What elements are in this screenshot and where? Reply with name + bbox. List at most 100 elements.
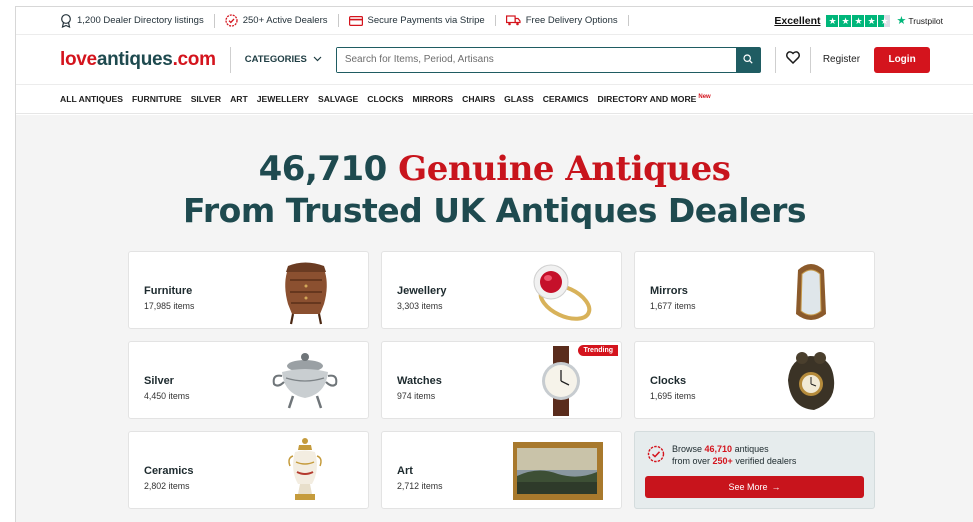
trustpilot-stars: ★ ★ ★ ★ ★ [826,14,891,27]
promo-browse: Browse [672,444,703,454]
see-more-label: See More [728,482,768,492]
trustpilot-rating-word: Excellent [774,14,821,27]
nav-item-art[interactable]: ART [230,94,248,104]
trustpilot-rating[interactable]: Excellent ★ ★ ★ ★ ★ ★ Trustpilot [774,14,973,27]
trust-item-delivery[interactable]: Free Delivery Options [505,15,629,26]
category-card-jewellery[interactable]: Jewellery 3,303 items [381,251,622,329]
header-divider [774,46,776,73]
wristwatch-image [542,346,580,416]
nav-item-furniture[interactable]: FURNITURE [132,94,182,104]
site-logo[interactable]: loveantiques.com [60,49,216,71]
wishlist-button[interactable] [785,50,800,69]
promo-count: 46,710 [704,444,733,454]
star-icon: ★ [865,14,878,27]
porcelain-urn-image [288,438,322,500]
category-count: 1,695 items [650,391,696,401]
category-count: 2,712 items [397,481,443,491]
category-name: Silver [144,375,174,387]
nav-item-salvage[interactable]: SALVAGE [318,94,358,104]
trust-item-listings[interactable]: 1,200 Dealer Directory listings [60,13,215,28]
nav-item-silver[interactable]: SILVER [191,94,221,104]
ornate-mirror-image [796,264,826,320]
category-card-ceramics[interactable]: Ceramics 2,802 items [128,431,369,509]
category-card-clocks[interactable]: Clocks 1,695 items [634,341,875,419]
heart-icon [785,50,800,69]
category-count: 974 items [397,391,436,401]
nav-item-clocks[interactable]: CLOCKS [367,94,403,104]
hero-count: 46,710 [258,149,388,189]
category-count: 17,985 items [144,301,195,311]
trustpilot-logo-text: Trustpilot [908,15,943,26]
promo-dealers: 250+ [712,456,733,466]
nav-item-directory-label: DIRECTORY AND MORE [597,94,697,104]
trust-payments-text: Secure Payments via Stripe [367,15,485,26]
nav-item-glass[interactable]: GLASS [504,94,534,104]
trustpilot-star-icon: ★ [896,15,907,27]
hero-subtitle: From Trusted UK Antiques Dealers [182,191,807,230]
category-name: Mirrors [650,285,688,297]
category-card-furniture[interactable]: Furniture 17,985 items [128,251,369,329]
page: 1,200 Dealer Directory listings 250+ Act… [15,6,973,522]
category-grid: Furniture 17,985 items Jewellery 3,303 i… [128,251,875,509]
promo-text: Browse 46,710 antiques from over 250+ ve… [672,443,796,467]
hero-section: 46,710 Genuine Antiques From Trusted UK … [16,115,973,522]
category-count: 3,303 items [397,301,443,311]
category-count: 4,450 items [144,391,190,401]
category-card-mirrors[interactable]: Mirrors 1,677 items [634,251,875,329]
logo-part-love: love [60,48,97,70]
promo-verified: verified dealers [735,456,797,466]
arrow-right-icon: → [771,482,781,492]
category-name: Furniture [144,285,193,297]
category-name: Clocks [650,375,687,387]
category-nav: ALL ANTIQUES FURNITURE SILVER ART JEWELL… [16,85,973,114]
trending-badge: Trending [578,345,618,356]
search-button[interactable] [735,47,760,72]
search-bar [335,46,761,73]
nav-item-jewellery[interactable]: JEWELLERY [257,94,309,104]
trust-listings-text: 1,200 Dealer Directory listings [77,15,204,26]
site-header: loveantiques.com CATEGORIES Register Log… [16,35,973,85]
nav-item-chairs[interactable]: CHAIRS [462,94,495,104]
category-card-silver[interactable]: Silver 4,450 items [128,341,369,419]
category-name: Ceramics [144,465,194,477]
trust-bar: 1,200 Dealer Directory listings 250+ Act… [16,7,973,35]
category-name: Art [397,465,413,477]
nav-item-all-antiques[interactable]: ALL ANTIQUES [60,94,123,104]
trustpilot-logo: ★ Trustpilot [896,14,943,27]
star-icon: ★ [852,14,865,27]
nav-item-directory[interactable]: DIRECTORY AND MORE New [598,94,711,104]
category-count: 1,677 items [650,301,696,311]
trust-item-dealers[interactable]: 250+ Active Dealers [225,14,339,27]
category-card-art[interactable]: Art 2,712 items [381,431,622,509]
categories-dropdown[interactable]: CATEGORIES [229,46,322,73]
credit-card-icon [348,15,363,26]
nav-item-mirrors[interactable]: MIRRORS [413,94,454,104]
nav-item-ceramics[interactable]: CERAMICS [543,94,589,104]
login-button[interactable]: Login [874,46,931,73]
header-divider [809,46,811,73]
landscape-painting-image [513,442,603,500]
delivery-truck-icon [505,15,521,26]
award-icon [60,13,72,28]
category-name: Jewellery [397,285,447,297]
logo-part-antiques: antiques [96,48,173,70]
star-icon: ★ [826,14,839,27]
trust-item-payments[interactable]: Secure Payments via Stripe [348,15,496,26]
silver-tureen-image [272,353,338,409]
verified-badge-icon [225,14,238,27]
see-more-button[interactable]: See More → [645,476,864,498]
star-icon: ★ [839,14,852,27]
star-half-icon: ★ [878,14,891,27]
new-badge: New [698,94,711,101]
furniture-commode-image [285,262,327,325]
register-link[interactable]: Register [823,54,860,65]
category-count: 2,802 items [144,481,190,491]
logo-part-domain: .com [172,48,216,70]
mantel-clock-image [788,352,835,410]
chevron-down-icon [313,54,322,65]
categories-label: CATEGORIES [244,54,307,65]
search-input[interactable] [336,47,736,72]
category-card-watches[interactable]: Watches 974 items Trending [381,341,622,419]
search-icon [743,51,753,69]
window-left-margin [0,0,15,522]
